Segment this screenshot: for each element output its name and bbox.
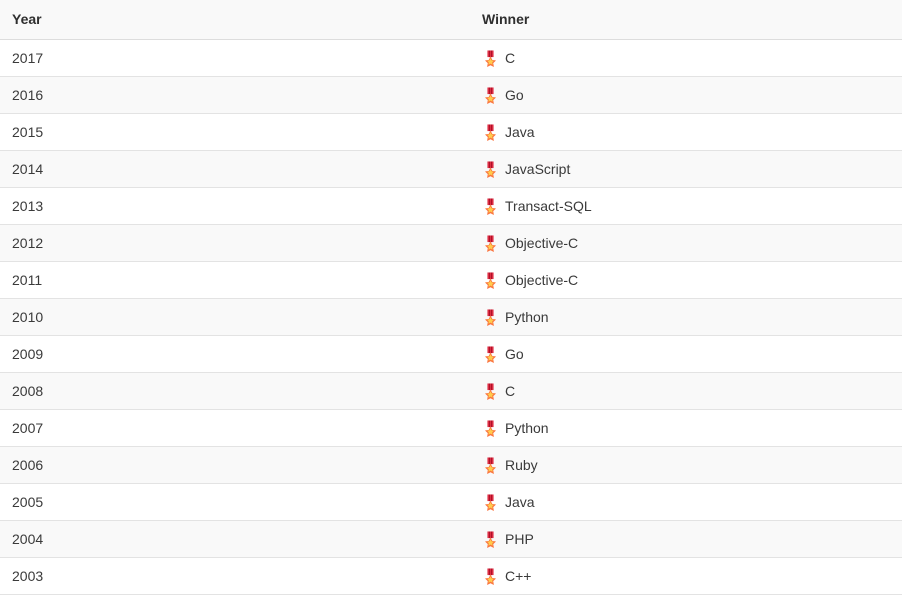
winner-cell-inner: JavaScript	[482, 160, 902, 178]
cell-year: 2007	[0, 409, 470, 447]
cell-year: 2005	[0, 483, 470, 521]
table-row[interactable]: 2005 Java	[0, 483, 902, 521]
cell-winner: Ruby	[470, 446, 902, 484]
cell-winner: Go	[470, 335, 902, 373]
winner-label: C++	[505, 568, 532, 584]
winner-label: Ruby	[505, 457, 538, 473]
medal-icon	[482, 160, 499, 178]
winner-label: C	[505, 383, 516, 399]
table-row[interactable]: 2008 C	[0, 372, 902, 410]
table-row[interactable]: 2011 Objective-C	[0, 261, 902, 299]
medal-icon	[482, 530, 499, 548]
cell-winner: C	[470, 39, 902, 77]
winner-label: PHP	[505, 531, 534, 547]
winner-label: Python	[505, 420, 549, 436]
table-header-row: Year Winner	[0, 0, 902, 40]
medal-icon	[482, 345, 499, 363]
winner-cell-inner: Java	[482, 493, 902, 511]
cell-winner: C++	[470, 557, 902, 595]
cell-year: 2015	[0, 113, 470, 151]
winner-cell-inner: Python	[482, 308, 902, 326]
winner-cell-inner: PHP	[482, 530, 902, 548]
table-row[interactable]: 2010 Python	[0, 298, 902, 336]
winner-cell-inner: Go	[482, 86, 902, 104]
table-row[interactable]: 2009 Go	[0, 335, 902, 373]
table-body: 2017 C 2016 Go 2015 Java 2014 JavaScript 2013 Tra…	[0, 39, 902, 595]
medal-icon	[482, 567, 499, 585]
winner-cell-inner: C	[482, 49, 902, 67]
table-row[interactable]: 2004 PHP	[0, 520, 902, 558]
winner-label: JavaScript	[505, 161, 571, 177]
winner-cell-inner: C	[482, 382, 902, 400]
winner-label: Python	[505, 309, 549, 325]
medal-icon	[482, 197, 499, 215]
winner-cell-inner: Objective-C	[482, 234, 902, 252]
cell-winner: Transact-SQL	[470, 187, 902, 225]
medal-icon	[482, 493, 499, 511]
cell-winner: PHP	[470, 520, 902, 558]
table-row[interactable]: 2015 Java	[0, 113, 902, 151]
winners-table: Year Winner 2017 C 2016 Go 2015 Java 2014 JavaS…	[0, 0, 902, 595]
winner-label: Objective-C	[505, 235, 579, 251]
winner-cell-inner: Go	[482, 345, 902, 363]
cell-year: 2006	[0, 446, 470, 484]
winner-cell-inner: Python	[482, 419, 902, 437]
cell-winner: Java	[470, 113, 902, 151]
cell-year: 2004	[0, 520, 470, 558]
winner-cell-inner: Java	[482, 123, 902, 141]
medal-icon	[482, 419, 499, 437]
medal-icon	[482, 234, 499, 252]
cell-year: 2016	[0, 76, 470, 114]
cell-year: 2014	[0, 150, 470, 188]
column-header-year[interactable]: Year	[0, 0, 470, 40]
cell-year: 2012	[0, 224, 470, 262]
cell-year: 2011	[0, 261, 470, 299]
winner-label: Java	[505, 124, 535, 140]
cell-year: 2013	[0, 187, 470, 225]
medal-icon	[482, 49, 499, 67]
cell-winner: JavaScript	[470, 150, 902, 188]
cell-winner: Objective-C	[470, 224, 902, 262]
medal-icon	[482, 308, 499, 326]
cell-year: 2009	[0, 335, 470, 373]
winner-label: Objective-C	[505, 272, 579, 288]
medal-icon	[482, 271, 499, 289]
winner-label: C	[505, 50, 516, 66]
winner-cell-inner: Objective-C	[482, 271, 902, 289]
table-row[interactable]: 2014 JavaScript	[0, 150, 902, 188]
winners-table-container: Year Winner 2017 C 2016 Go 2015 Java 2014 JavaS…	[0, 0, 902, 595]
column-header-winner[interactable]: Winner	[470, 0, 902, 40]
table-row[interactable]: 2007 Python	[0, 409, 902, 447]
medal-icon	[482, 86, 499, 104]
cell-year: 2017	[0, 39, 470, 77]
winner-label: Go	[505, 346, 524, 362]
cell-year: 2010	[0, 298, 470, 336]
cell-winner: Go	[470, 76, 902, 114]
winner-label: Transact-SQL	[505, 198, 592, 214]
medal-icon	[482, 456, 499, 474]
table-row[interactable]: 2006 Ruby	[0, 446, 902, 484]
cell-year: 2003	[0, 557, 470, 595]
medal-icon	[482, 123, 499, 141]
table-row[interactable]: 2017 C	[0, 39, 902, 77]
table-row[interactable]: 2013 Transact-SQL	[0, 187, 902, 225]
table-row[interactable]: 2016 Go	[0, 76, 902, 114]
table-header: Year Winner	[0, 0, 902, 40]
table-row[interactable]: 2003 C++	[0, 557, 902, 595]
cell-winner: Python	[470, 298, 902, 336]
winner-cell-inner: C++	[482, 567, 902, 585]
winner-cell-inner: Transact-SQL	[482, 197, 902, 215]
table-row[interactable]: 2012 Objective-C	[0, 224, 902, 262]
cell-winner: C	[470, 372, 902, 410]
cell-winner: Java	[470, 483, 902, 521]
winner-label: Java	[505, 494, 535, 510]
cell-winner: Objective-C	[470, 261, 902, 299]
cell-year: 2008	[0, 372, 470, 410]
medal-icon	[482, 382, 499, 400]
cell-winner: Python	[470, 409, 902, 447]
winner-cell-inner: Ruby	[482, 456, 902, 474]
winner-label: Go	[505, 87, 524, 103]
